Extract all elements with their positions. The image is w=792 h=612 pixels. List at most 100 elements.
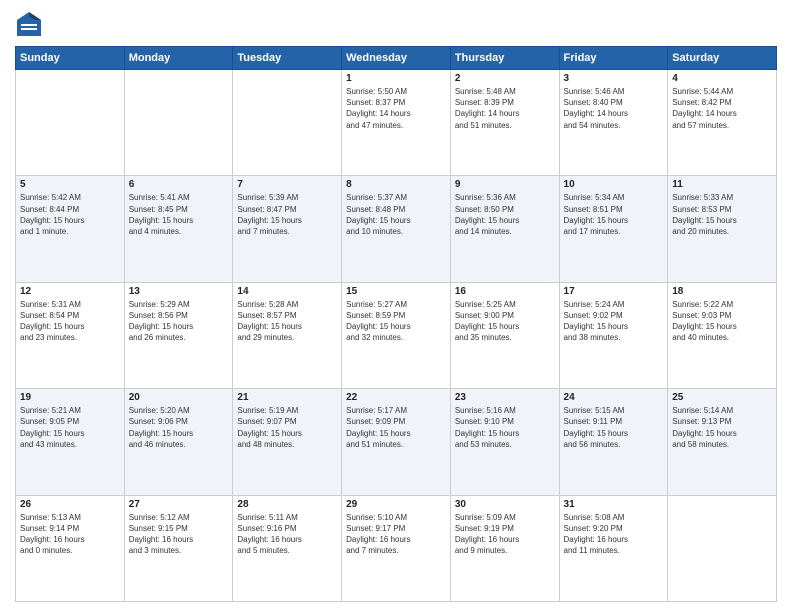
calendar-cell: 29 Sunrise: 5:10 AM Sunset: 9:17 PM Dayli…	[342, 495, 451, 601]
weekday-header-thursday: Thursday	[450, 47, 559, 70]
calendar-cell: 16 Sunrise: 5:25 AM Sunset: 9:00 PM Dayli…	[450, 282, 559, 388]
weekday-header-tuesday: Tuesday	[233, 47, 342, 70]
calendar-cell: 9 Sunrise: 5:36 AM Sunset: 8:50 PM Daylig…	[450, 176, 559, 282]
cell-info-text: Sunrise: 5:39 AM Sunset: 8:47 PM Dayligh…	[237, 192, 337, 237]
calendar-row-1: 1 Sunrise: 5:50 AM Sunset: 8:37 PM Daylig…	[16, 70, 777, 176]
cell-date-number: 9	[455, 179, 555, 190]
cell-info-text: Sunrise: 5:20 AM Sunset: 9:06 PM Dayligh…	[129, 405, 229, 450]
calendar-cell: 27 Sunrise: 5:12 AM Sunset: 9:15 PM Dayli…	[124, 495, 233, 601]
cell-date-number: 23	[455, 392, 555, 403]
cell-date-number: 4	[672, 73, 772, 84]
calendar-cell	[124, 70, 233, 176]
weekday-header-saturday: Saturday	[668, 47, 777, 70]
calendar-cell: 7Sunrise: 5:39 AM Sunset: 8:47 PM Daylig…	[233, 176, 342, 282]
cell-date-number: 22	[346, 392, 446, 403]
cell-date-number: 13	[129, 286, 229, 297]
calendar-table: SundayMondayTuesdayWednesdayThursdayFrid…	[15, 46, 777, 602]
cell-info-text: Sunrise: 5:09 AM Sunset: 9:19 PM Dayligh…	[455, 512, 555, 557]
calendar-cell: 14Sunrise: 5:28 AM Sunset: 8:57 PM Dayli…	[233, 282, 342, 388]
cell-info-text: Sunrise: 5:12 AM Sunset: 9:15 PM Dayligh…	[129, 512, 229, 557]
calendar-cell: 20 Sunrise: 5:20 AM Sunset: 9:06 PM Dayli…	[124, 389, 233, 495]
cell-info-text: Sunrise: 5:28 AM Sunset: 8:57 PM Dayligh…	[237, 299, 337, 344]
weekday-header-friday: Friday	[559, 47, 668, 70]
cell-date-number: 25	[672, 392, 772, 403]
cell-date-number: 16	[455, 286, 555, 297]
cell-date-number: 20	[129, 392, 229, 403]
cell-date-number: 31	[564, 499, 664, 510]
cell-info-text: Sunrise: 5:48 AM Sunset: 8:39 PM Dayligh…	[455, 86, 555, 131]
weekday-header-sunday: Sunday	[16, 47, 125, 70]
cell-date-number: 29	[346, 499, 446, 510]
calendar-cell	[668, 495, 777, 601]
calendar-cell: 10 Sunrise: 5:34 AM Sunset: 8:51 PM Dayli…	[559, 176, 668, 282]
cell-date-number: 6	[129, 179, 229, 190]
cell-date-number: 15	[346, 286, 446, 297]
cell-date-number: 3	[564, 73, 664, 84]
calendar-cell	[16, 70, 125, 176]
calendar-cell: 28 Sunrise: 5:11 AM Sunset: 9:16 PM Dayli…	[233, 495, 342, 601]
calendar-row-5: 26 Sunrise: 5:13 AM Sunset: 9:14 PM Dayli…	[16, 495, 777, 601]
cell-date-number: 27	[129, 499, 229, 510]
weekday-header-monday: Monday	[124, 47, 233, 70]
calendar-cell: 17 Sunrise: 5:24 AM Sunset: 9:02 PM Dayli…	[559, 282, 668, 388]
logo-icon	[15, 10, 43, 38]
calendar-cell: 22 Sunrise: 5:17 AM Sunset: 9:09 PM Dayli…	[342, 389, 451, 495]
calendar-row-2: 5Sunrise: 5:42 AM Sunset: 8:44 PM Daylig…	[16, 176, 777, 282]
cell-info-text: Sunrise: 5:37 AM Sunset: 8:48 PM Dayligh…	[346, 192, 446, 237]
calendar-cell: 4 Sunrise: 5:44 AM Sunset: 8:42 PM Daylig…	[668, 70, 777, 176]
cell-info-text: Sunrise: 5:50 AM Sunset: 8:37 PM Dayligh…	[346, 86, 446, 131]
cell-date-number: 30	[455, 499, 555, 510]
calendar-cell: 6 Sunrise: 5:41 AM Sunset: 8:45 PM Daylig…	[124, 176, 233, 282]
weekday-header-wednesday: Wednesday	[342, 47, 451, 70]
cell-info-text: Sunrise: 5:19 AM Sunset: 9:07 PM Dayligh…	[237, 405, 337, 450]
cell-info-text: Sunrise: 5:16 AM Sunset: 9:10 PM Dayligh…	[455, 405, 555, 450]
cell-info-text: Sunrise: 5:22 AM Sunset: 9:03 PM Dayligh…	[672, 299, 772, 344]
cell-date-number: 26	[20, 499, 120, 510]
cell-info-text: Sunrise: 5:15 AM Sunset: 9:11 PM Dayligh…	[564, 405, 664, 450]
cell-date-number: 10	[564, 179, 664, 190]
cell-info-text: Sunrise: 5:10 AM Sunset: 9:17 PM Dayligh…	[346, 512, 446, 557]
cell-date-number: 18	[672, 286, 772, 297]
cell-date-number: 17	[564, 286, 664, 297]
calendar-cell: 19 Sunrise: 5:21 AM Sunset: 9:05 PM Dayli…	[16, 389, 125, 495]
cell-info-text: Sunrise: 5:21 AM Sunset: 9:05 PM Dayligh…	[20, 405, 120, 450]
calendar-cell: 21 Sunrise: 5:19 AM Sunset: 9:07 PM Dayli…	[233, 389, 342, 495]
calendar-cell: 11Sunrise: 5:33 AM Sunset: 8:53 PM Dayli…	[668, 176, 777, 282]
calendar-cell: 30 Sunrise: 5:09 AM Sunset: 9:19 PM Dayli…	[450, 495, 559, 601]
cell-info-text: Sunrise: 5:14 AM Sunset: 9:13 PM Dayligh…	[672, 405, 772, 450]
calendar-cell: 13 Sunrise: 5:29 AM Sunset: 8:56 PM Dayli…	[124, 282, 233, 388]
cell-info-text: Sunrise: 5:46 AM Sunset: 8:40 PM Dayligh…	[564, 86, 664, 131]
cell-info-text: Sunrise: 5:11 AM Sunset: 9:16 PM Dayligh…	[237, 512, 337, 557]
cell-info-text: Sunrise: 5:17 AM Sunset: 9:09 PM Dayligh…	[346, 405, 446, 450]
cell-info-text: Sunrise: 5:08 AM Sunset: 9:20 PM Dayligh…	[564, 512, 664, 557]
calendar-cell: 1 Sunrise: 5:50 AM Sunset: 8:37 PM Daylig…	[342, 70, 451, 176]
cell-info-text: Sunrise: 5:33 AM Sunset: 8:53 PM Dayligh…	[672, 192, 772, 237]
calendar-cell: 25 Sunrise: 5:14 AM Sunset: 9:13 PM Dayli…	[668, 389, 777, 495]
cell-info-text: Sunrise: 5:42 AM Sunset: 8:44 PM Dayligh…	[20, 192, 120, 237]
cell-date-number: 1	[346, 73, 446, 84]
cell-info-text: Sunrise: 5:25 AM Sunset: 9:00 PM Dayligh…	[455, 299, 555, 344]
cell-info-text: Sunrise: 5:27 AM Sunset: 8:59 PM Dayligh…	[346, 299, 446, 344]
cell-info-text: Sunrise: 5:31 AM Sunset: 8:54 PM Dayligh…	[20, 299, 120, 344]
cell-date-number: 19	[20, 392, 120, 403]
cell-info-text: Sunrise: 5:24 AM Sunset: 9:02 PM Dayligh…	[564, 299, 664, 344]
cell-info-text: Sunrise: 5:29 AM Sunset: 8:56 PM Dayligh…	[129, 299, 229, 344]
calendar-cell: 5Sunrise: 5:42 AM Sunset: 8:44 PM Daylig…	[16, 176, 125, 282]
calendar-cell: 12 Sunrise: 5:31 AM Sunset: 8:54 PM Dayli…	[16, 282, 125, 388]
cell-date-number: 12	[20, 286, 120, 297]
cell-date-number: 8	[346, 179, 446, 190]
cell-info-text: Sunrise: 5:41 AM Sunset: 8:45 PM Dayligh…	[129, 192, 229, 237]
calendar-cell	[233, 70, 342, 176]
cell-date-number: 2	[455, 73, 555, 84]
calendar-cell: 15 Sunrise: 5:27 AM Sunset: 8:59 PM Dayli…	[342, 282, 451, 388]
cell-info-text: Sunrise: 5:13 AM Sunset: 9:14 PM Dayligh…	[20, 512, 120, 557]
cell-info-text: Sunrise: 5:44 AM Sunset: 8:42 PM Dayligh…	[672, 86, 772, 131]
cell-info-text: Sunrise: 5:34 AM Sunset: 8:51 PM Dayligh…	[564, 192, 664, 237]
cell-info-text: Sunrise: 5:36 AM Sunset: 8:50 PM Dayligh…	[455, 192, 555, 237]
cell-date-number: 28	[237, 499, 337, 510]
header	[15, 10, 777, 38]
calendar-cell: 24Sunrise: 5:15 AM Sunset: 9:11 PM Dayli…	[559, 389, 668, 495]
logo	[15, 10, 47, 38]
cell-date-number: 21	[237, 392, 337, 403]
calendar-cell: 2 Sunrise: 5:48 AM Sunset: 8:39 PM Daylig…	[450, 70, 559, 176]
